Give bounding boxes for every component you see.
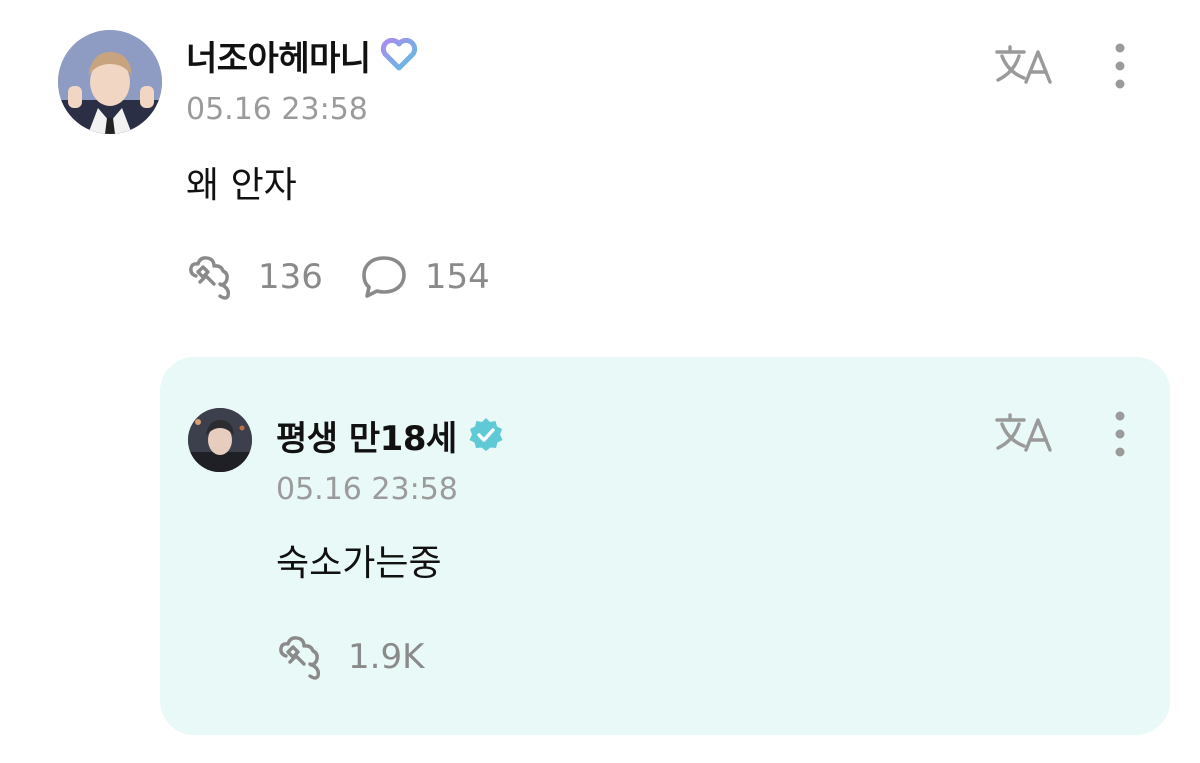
verified-badge-icon [379,38,419,72]
translate-icon[interactable] [994,44,1052,86]
post-timestamp: 05.16 23:58 [186,92,368,127]
more-vertical-icon[interactable] [1112,42,1128,90]
reply-text: 숙소가는중 [276,543,442,584]
post-username[interactable]: 너조아헤마니 [186,31,371,80]
comment-count: 154 [424,257,490,297]
like-icon[interactable] [186,254,238,300]
reply-username[interactable]: 평생 만18세 [276,411,457,460]
more-vertical-icon[interactable] [1112,410,1128,458]
avatar[interactable] [58,30,162,134]
reply-avatar[interactable] [188,408,252,472]
post-text: 왜 안자 [186,165,297,206]
reply-timestamp: 05.16 23:58 [276,472,458,507]
translate-icon[interactable] [994,412,1052,454]
like-count: 136 [258,257,323,297]
reply-like-count: 1.9K [348,637,425,677]
like-icon[interactable] [276,634,328,680]
reply-avatar-image [188,408,252,472]
avatar-image [58,30,162,134]
comment-icon[interactable] [359,254,409,300]
verified-badge-icon [467,416,505,454]
